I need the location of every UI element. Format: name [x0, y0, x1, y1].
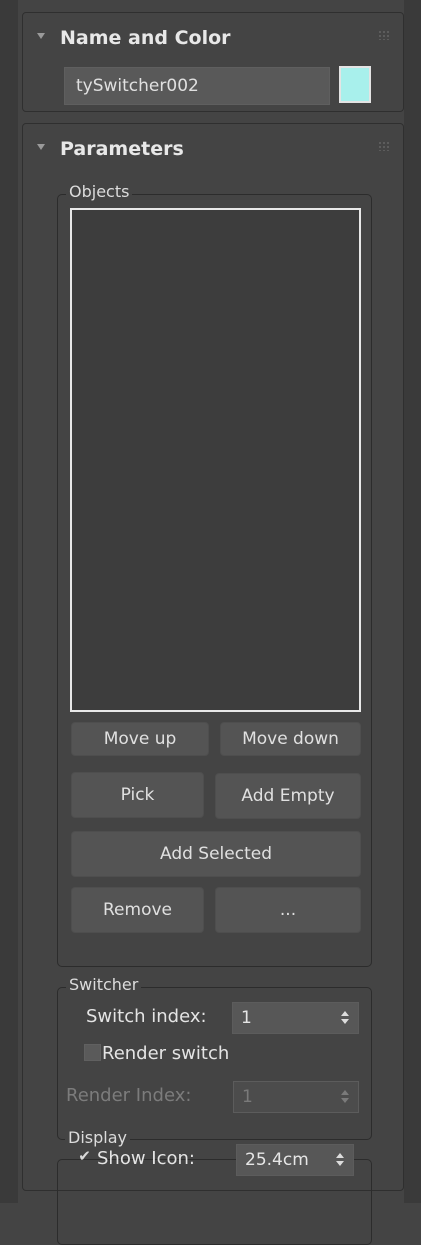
render-index-spinner[interactable]: 1: [233, 1081, 359, 1113]
add-empty-button[interactable]: Add Empty: [215, 773, 361, 819]
objects-group: Objects Move up Move down Pick Add Empty…: [57, 182, 372, 967]
objects-group-label: Objects: [66, 182, 133, 201]
render-index-value: 1: [242, 1087, 253, 1107]
move-down-button[interactable]: Move down: [220, 722, 361, 756]
collapse-arrow-icon[interactable]: [37, 33, 45, 39]
remove-button[interactable]: Remove: [71, 887, 204, 933]
render-switch-checkbox[interactable]: [84, 1044, 101, 1061]
switch-index-value: 1: [241, 1008, 252, 1028]
drag-grip-icon[interactable]: [378, 141, 390, 151]
pick-button[interactable]: Pick: [71, 772, 204, 818]
render-index-label: Render Index:: [66, 1085, 192, 1106]
spinner-arrows-icon[interactable]: [341, 1090, 349, 1104]
show-icon-checkbox[interactable]: ✔: [76, 1149, 93, 1166]
icon-size-spinner[interactable]: 25.4cm: [236, 1144, 354, 1176]
rollout-title: Parameters: [60, 138, 184, 160]
move-up-button[interactable]: Move up: [71, 722, 209, 756]
drag-grip-icon[interactable]: [378, 30, 390, 40]
collapse-arrow-icon[interactable]: [37, 144, 45, 150]
objects-listbox[interactable]: [70, 208, 361, 712]
left-panel-edge: [0, 0, 18, 1203]
spinner-arrows-icon[interactable]: [341, 1011, 349, 1025]
name-and-color-rollout: Name and Color tySwitcher002: [22, 12, 404, 112]
more-options-button[interactable]: ...: [215, 887, 361, 933]
right-panel-edge: [404, 0, 421, 1203]
switcher-group: Switcher Switch index: 1 Render switch R…: [57, 975, 372, 1140]
object-name-field[interactable]: tySwitcher002: [64, 67, 330, 105]
switch-index-spinner[interactable]: 1: [232, 1002, 359, 1034]
display-group-label: Display: [65, 1128, 130, 1147]
switch-index-label: Switch index:: [86, 1006, 207, 1027]
object-color-swatch[interactable]: [339, 66, 371, 103]
render-switch-label[interactable]: Render switch: [102, 1043, 229, 1064]
parameters-rollout: Parameters Objects Move up Move down Pic…: [22, 123, 404, 1245]
spinner-arrows-icon[interactable]: [336, 1153, 344, 1167]
rollout-title: Name and Color: [60, 27, 231, 49]
switcher-group-label: Switcher: [66, 975, 142, 994]
rollout-header-parameters[interactable]: Parameters: [23, 124, 403, 168]
rollout-header-name-and-color[interactable]: Name and Color: [23, 13, 403, 57]
show-icon-label[interactable]: Show Icon:: [97, 1148, 195, 1169]
add-selected-button[interactable]: Add Selected: [71, 831, 361, 877]
icon-size-value: 25.4cm: [245, 1150, 309, 1170]
